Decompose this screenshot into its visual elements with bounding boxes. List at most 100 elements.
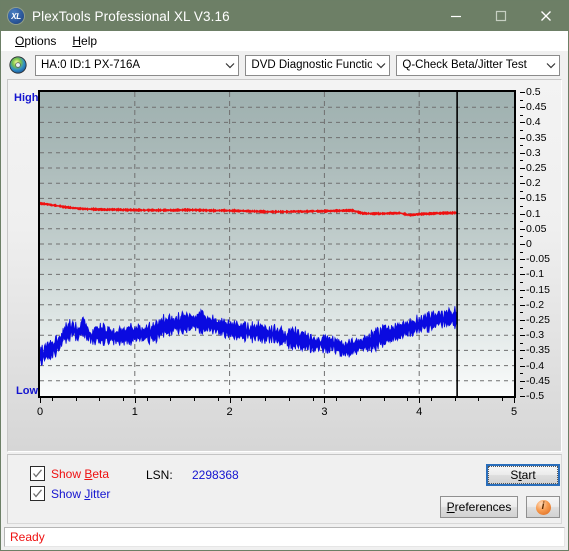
y-axis-tick-mark [520,289,525,291]
chevron-down-icon [372,62,389,69]
checkbox-icon[interactable] [30,486,45,501]
test-select-value: Q-Check Beta/Jitter Test [402,59,527,71]
x-axis-tick-mark [229,398,231,403]
y-axis-minor-tick [520,160,523,162]
x-axis-tick: 5 [510,406,518,418]
info-button[interactable]: i [526,496,560,518]
y-axis-tick: 0.15 [526,192,547,205]
x-axis-minor-tick [478,398,480,401]
y-axis-tick: -0.25 [526,314,550,326]
y-axis-tick: -0.45 [526,374,550,387]
y-axis-tick-mark [520,304,525,306]
x-axis-minor-tick [454,398,456,401]
checkbox-icon[interactable] [30,466,45,481]
y-axis-tick-mark [520,244,525,245]
x-axis-tick: 3 [321,406,328,418]
y-axis: 0.5 0.45 0.4 0.35 0.3 0.25 0.2 0.15 0.1 0.05 0 -0.0… [520,80,569,410]
toolbar: HA:0 ID:1 PX-716A DVD Diagnostic Functio… [1,51,568,79]
y-axis-tick: -0.2 [526,298,545,311]
y-axis-minor-tick [520,388,523,390]
maximize-icon[interactable] [478,1,523,31]
y-axis-tick-mark [520,198,525,200]
x-axis: 0 1 2 3 4 5 [36,398,518,420]
function-select[interactable]: DVD Diagnostic Functions [245,54,391,76]
y-axis-tick: 0.5 [526,86,541,98]
close-icon[interactable] [523,1,568,31]
y-axis-tick: 0.3 [526,146,541,159]
y-axis-tick: -0.4 [526,359,545,372]
window-title: PlexTools Professional XL V3.16 [32,8,230,24]
x-axis-tick: 1 [131,406,138,418]
y-axis-tick: 0.35 [526,131,547,144]
menu-item-options[interactable]: Options [7,32,64,50]
y-axis-tick: 0.45 [526,101,547,114]
y-axis-tick-mark [520,137,525,139]
drive-select[interactable]: HA:0 ID:1 PX-716A [35,54,240,76]
x-axis-minor-tick [122,398,124,401]
y-axis-tick: -0.35 [526,344,550,357]
y-axis-tick-mark [520,365,525,367]
preferences-button[interactable]: Preferences [440,496,518,518]
function-select-value: DVD Diagnostic Functions [251,59,373,71]
chevron-down-icon [542,62,559,69]
y-axis-minor-tick [520,297,523,299]
x-axis-minor-tick [241,398,243,401]
status-bar: Ready [4,527,565,547]
y-axis-tick: -0.3 [526,329,545,342]
plextools-window: XL PlexTools Professional XL V3.16 Optio… [0,0,569,551]
x-axis-minor-tick [336,398,338,401]
x-axis-minor-tick [288,398,290,401]
chart-high-label: High [14,92,39,104]
y-axis-minor-tick [520,236,523,238]
x-axis-minor-tick [407,398,409,401]
x-axis-tick: 0 [36,406,44,418]
show-jitter-label: Show Jitter [51,486,111,501]
preferences-button-label: Preferences [446,500,512,514]
y-axis-minor-tick [520,373,523,375]
y-axis-minor-tick [520,130,523,131]
y-axis-minor-tick [520,342,523,344]
window-controls [433,1,568,31]
y-axis-minor-tick [520,358,523,359]
x-axis-minor-tick [75,398,77,401]
x-axis-minor-tick [383,398,385,401]
show-jitter-checkbox-row[interactable]: Show Jitter [30,486,110,501]
x-axis-minor-tick [51,398,53,401]
y-axis-tick: 0.25 [526,162,547,174]
start-button[interactable]: St art [486,464,560,486]
y-axis-tick-mark [520,335,525,337]
y-axis-minor-tick [520,221,523,223]
y-axis-tick-mark [520,396,525,397]
plot-canvas [40,92,514,396]
show-beta-checkbox-row[interactable]: Show Beta [30,466,109,481]
menu-item-help[interactable]: Help [64,32,105,50]
plot-area[interactable] [38,90,516,398]
y-axis-minor-tick [520,175,523,177]
x-axis-minor-tick [194,398,196,401]
x-axis-minor-tick [265,398,267,401]
y-axis-tick-mark [520,320,525,321]
y-axis-tick: -0.05 [526,253,550,266]
x-axis-minor-tick [146,398,148,401]
y-axis-minor-tick [520,99,523,101]
controls-group: Show Beta Show Jitter LSN: 2298368 St art… [7,454,562,524]
y-axis-tick: -0.1 [526,268,545,281]
y-axis-minor-tick [520,251,523,253]
y-axis-tick-mark [520,122,525,124]
y-axis-tick: 0.4 [526,116,541,129]
y-axis-minor-tick [520,114,523,116]
y-axis-tick: 0.2 [526,177,541,190]
minimize-icon[interactable] [433,1,478,31]
y-axis-tick: -0.5 [526,390,545,402]
test-select[interactable]: Q-Check Beta/Jitter Test [396,54,560,76]
chevron-down-icon [221,62,238,69]
y-axis-tick: 0.1 [526,207,541,220]
y-axis-tick-mark [520,183,525,185]
x-axis-minor-tick [502,398,504,401]
x-axis-tick-mark [134,398,136,403]
x-axis-minor-tick [217,398,219,401]
x-axis-tick-mark [514,398,515,403]
x-axis-tick: 4 [416,406,423,418]
show-beta-label: Show Beta [51,466,110,481]
y-axis-tick-mark [520,152,525,154]
